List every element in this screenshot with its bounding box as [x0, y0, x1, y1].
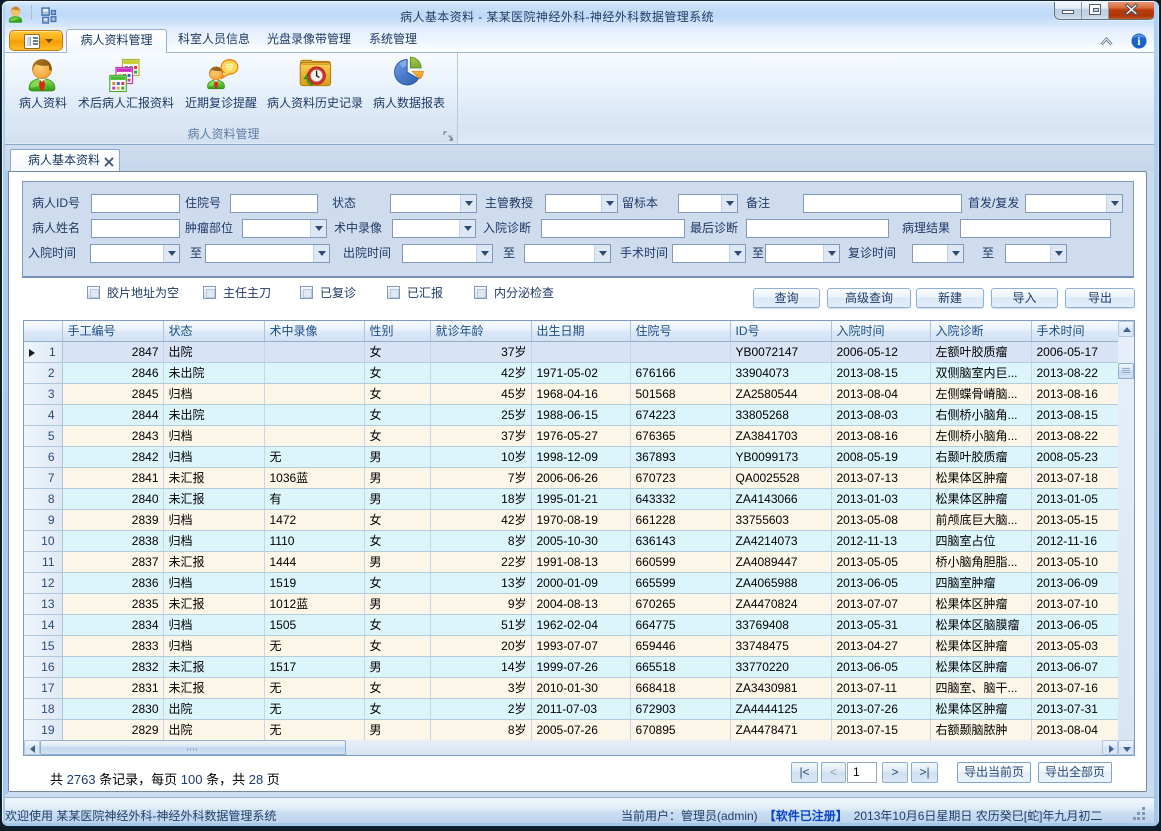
svg-text:i: i [1137, 36, 1140, 48]
